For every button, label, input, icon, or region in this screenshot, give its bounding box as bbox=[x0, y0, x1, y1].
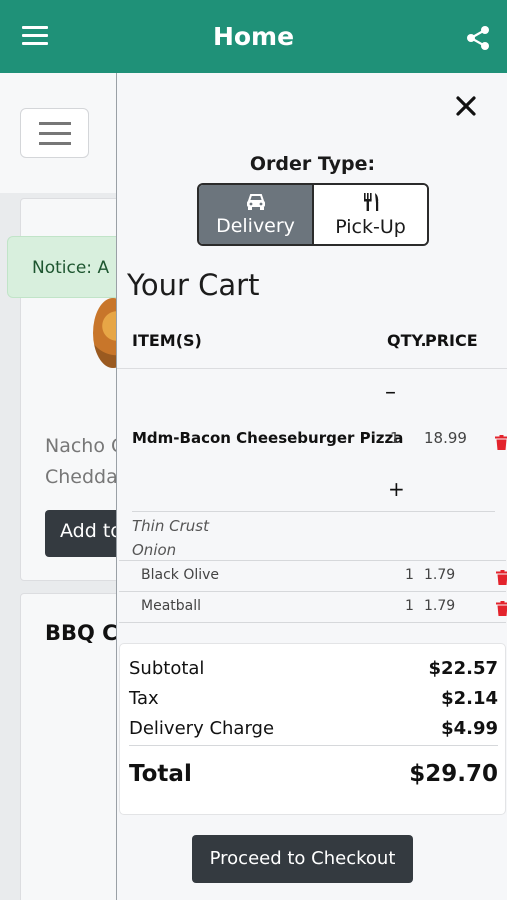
order-totals: Subtotal $22.57 Tax $2.14 Delivery Charg… bbox=[119, 643, 506, 815]
delivery-charge-label: Delivery Charge bbox=[129, 718, 275, 739]
column-header-items: ITEM(S) bbox=[132, 331, 202, 350]
app-bar: Home bbox=[0, 0, 507, 73]
column-header-qty: QTY. bbox=[387, 331, 427, 350]
close-icon[interactable] bbox=[455, 95, 477, 117]
tax-label: Tax bbox=[129, 688, 159, 709]
divider bbox=[132, 511, 495, 512]
increment-qty-button[interactable]: + bbox=[388, 477, 405, 501]
topping-row: Meatball 1 1.79 bbox=[117, 592, 507, 622]
topping-row: Black Olive 1 1.79 bbox=[117, 561, 507, 591]
delivery-button[interactable]: Delivery bbox=[199, 185, 312, 244]
share-icon[interactable] bbox=[464, 24, 492, 52]
menu-item-line: Chedda bbox=[45, 466, 118, 488]
delivery-charge-value: $4.99 bbox=[441, 718, 498, 739]
topping-name: Black Olive bbox=[141, 567, 220, 583]
menu-card-title: BBQ C bbox=[45, 621, 118, 645]
tax-value: $2.14 bbox=[441, 688, 498, 709]
add-to-cart-button[interactable]: Add to bbox=[45, 510, 125, 557]
tax-row: Tax $2.14 bbox=[129, 688, 498, 709]
subtotal-value: $22.57 bbox=[428, 658, 498, 679]
trash-icon[interactable] bbox=[495, 435, 507, 450]
menu-item-line: Nacho C bbox=[45, 435, 125, 457]
delivery-charge-row: Delivery Charge $4.99 bbox=[129, 718, 498, 739]
order-type-label: Order Type: bbox=[249, 153, 376, 175]
topping-qty: 1 bbox=[405, 567, 414, 583]
topping-qty: 1 bbox=[405, 598, 414, 614]
cart-item-qty: 1 bbox=[390, 429, 400, 447]
cart-item-price: 18.99 bbox=[424, 429, 467, 447]
total-row: Total $29.70 bbox=[129, 761, 498, 787]
pickup-label: Pick-Up bbox=[335, 215, 406, 238]
topping-price: 1.79 bbox=[424, 598, 456, 614]
proceed-to-checkout-button[interactable]: Proceed to Checkout bbox=[192, 835, 413, 883]
pickup-button[interactable]: Pick-Up bbox=[312, 185, 427, 244]
notice-alert: Notice: A bbox=[7, 236, 122, 298]
cart-table-header: ITEM(S) QTY. PRICE bbox=[117, 323, 507, 369]
cart-item-name: Mdm-Bacon Cheeseburger Pizza bbox=[132, 429, 404, 447]
delivery-label: Delivery bbox=[216, 214, 295, 237]
column-header-price: PRICE bbox=[425, 331, 478, 350]
cart-item-row: Mdm-Bacon Cheeseburger Pizza 1 18.99 bbox=[117, 429, 507, 457]
cart-title: Your Cart bbox=[127, 268, 260, 302]
total-label: Total bbox=[129, 761, 192, 787]
navbar-toggler[interactable] bbox=[20, 108, 89, 158]
subtotal-label: Subtotal bbox=[129, 658, 205, 679]
topping-price: 1.79 bbox=[424, 567, 456, 583]
total-value: $29.70 bbox=[409, 761, 498, 787]
menu-item-description: Nacho C Chedda bbox=[45, 431, 124, 493]
page-title: Home bbox=[212, 22, 295, 51]
divider bbox=[119, 622, 506, 623]
decrement-qty-button[interactable]: – bbox=[385, 380, 396, 405]
subtotal-row: Subtotal $22.57 bbox=[129, 658, 498, 679]
item-option: Thin Crust bbox=[132, 517, 209, 535]
trash-icon[interactable] bbox=[496, 570, 507, 585]
divider bbox=[129, 745, 498, 746]
topping-name: Meatball bbox=[141, 598, 202, 614]
car-icon bbox=[246, 193, 265, 210]
cart-drawer: Order Type: Delivery Pick-Up Your Cart I… bbox=[116, 73, 507, 900]
item-option: Onion bbox=[132, 541, 177, 559]
item-options: Thin Crust Onion bbox=[132, 514, 209, 562]
trash-icon[interactable] bbox=[496, 601, 507, 616]
order-type-toggle: Delivery Pick-Up bbox=[197, 183, 429, 246]
fork-knife-icon bbox=[363, 192, 378, 211]
